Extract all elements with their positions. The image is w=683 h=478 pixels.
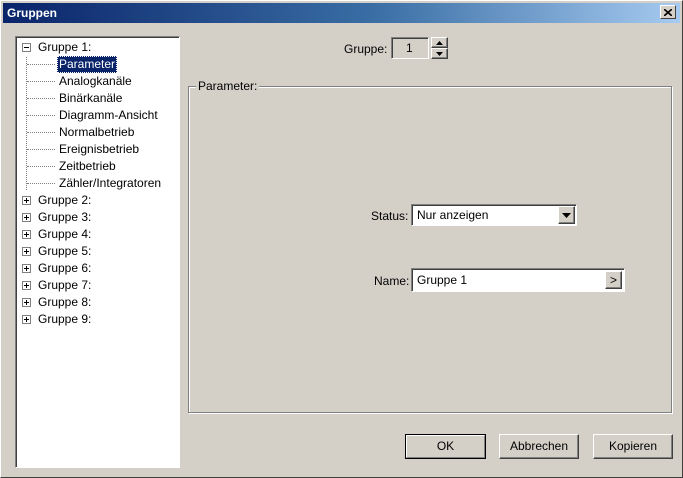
tree-item-label: Gruppe 2: [38,193,92,207]
parameter-groupbox [188,86,672,413]
status-label: Status: [371,209,409,223]
name-field-value: Gruppe 1 [417,273,468,287]
arrow-up-icon [436,41,443,45]
tree-item-gruppe-5[interactable]: Gruppe 5: [16,243,176,260]
status-dropdown-button[interactable] [558,206,575,224]
tree-item-gruppe-7[interactable]: Gruppe 7: [16,277,176,294]
collapse-icon[interactable] [22,43,31,52]
tree-item-gruppe-4[interactable]: Gruppe 4: [16,226,176,243]
tree-item-label: Parameter [57,56,118,73]
name-edit-button-label: > [609,273,617,287]
tree-item-label: Gruppe 8: [38,295,92,309]
expand-icon[interactable] [22,315,31,324]
cancel-button-label: Abbrechen [509,439,569,453]
copy-button-label: Kopieren [608,439,658,453]
tree-item-gruppe-3[interactable]: Gruppe 3: [16,209,176,226]
expand-icon[interactable] [22,213,31,222]
tree-item-label: Zähler/Integratoren [59,176,162,190]
tree-item-label: Gruppe 7: [38,278,92,292]
tree-item-label: Gruppe 9: [38,312,92,326]
status-dropdown-value: Nur anzeigen [417,208,489,222]
tree-item-gruppe-1[interactable]: Gruppe 1: [16,39,176,56]
name-field[interactable]: Gruppe 1 > [411,268,625,292]
tree-item-gruppe-6[interactable]: Gruppe 6: [16,260,176,277]
copy-button[interactable]: Kopieren [593,434,673,459]
tree-item-label: Diagramm-Ansicht [59,108,158,122]
expand-icon[interactable] [22,281,31,290]
tree-item-label: Analogkanäle [59,74,132,88]
groups-dialog: Gruppen Gruppe 1: Parameter Analogkanäle B… [0,0,683,478]
close-button[interactable] [660,5,676,19]
expand-icon[interactable] [22,264,31,273]
name-label: Name: [374,274,410,288]
tree-item-label: Gruppe 5: [38,244,92,258]
tree-item-1[interactable]: Analogkanäle [16,73,176,90]
cancel-button[interactable]: Abbrechen [499,434,579,459]
close-icon [664,8,672,16]
expand-icon[interactable] [22,247,31,256]
expand-icon[interactable] [22,298,31,307]
tree-item-0[interactable]: Parameter [16,56,176,73]
arrow-down-icon [436,52,443,56]
tree-item-4[interactable]: Normalbetrieb [16,124,176,141]
status-dropdown[interactable]: Nur anzeigen [411,204,577,226]
parameter-groupbox-legend: Parameter: [196,79,260,93]
tree-item-5[interactable]: Ereignisbetrieb [16,141,176,158]
tree-item-3[interactable]: Diagramm-Ansicht [16,107,176,124]
tree-item-gruppe-8[interactable]: Gruppe 8: [16,294,176,311]
group-spin-up-button[interactable] [431,37,448,48]
title-bar: Gruppen [3,3,680,23]
group-tree[interactable]: Gruppe 1: Parameter Analogkanäle Binärkanä… [15,36,180,468]
window-title: Gruppen [7,6,57,20]
expand-icon[interactable] [22,196,31,205]
group-number-field[interactable]: 1 [391,37,429,59]
group-number-value: 1 [406,41,413,55]
expand-icon[interactable] [22,230,31,239]
tree-item-label: Zeitbetrieb [59,159,116,173]
tree-item-gruppe-2[interactable]: Gruppe 2: [16,192,176,209]
name-edit-button[interactable]: > [605,271,622,289]
tree-item-gruppe-9[interactable]: Gruppe 9: [16,311,176,328]
group-selector-label: Gruppe: [344,42,388,56]
tree-item-label: Binärkanäle [59,91,123,105]
tree-item-label: Normalbetrieb [59,125,135,139]
chevron-down-icon [562,213,571,218]
tree-item-7[interactable]: Zähler/Integratoren [16,175,176,192]
tree-item-label: Gruppe 3: [38,210,92,224]
tree-item-label: Gruppe 1: [38,40,92,54]
group-spin-down-button[interactable] [431,48,448,59]
tree-item-label: Gruppe 4: [38,227,92,241]
tree-item-label: Gruppe 6: [38,261,92,275]
tree-item-2[interactable]: Binärkanäle [16,90,176,107]
tree-item-label: Ereignisbetrieb [59,142,140,156]
ok-button-label: OK [436,439,455,453]
tree-item-6[interactable]: Zeitbetrieb [16,158,176,175]
ok-button[interactable]: OK [405,434,486,459]
